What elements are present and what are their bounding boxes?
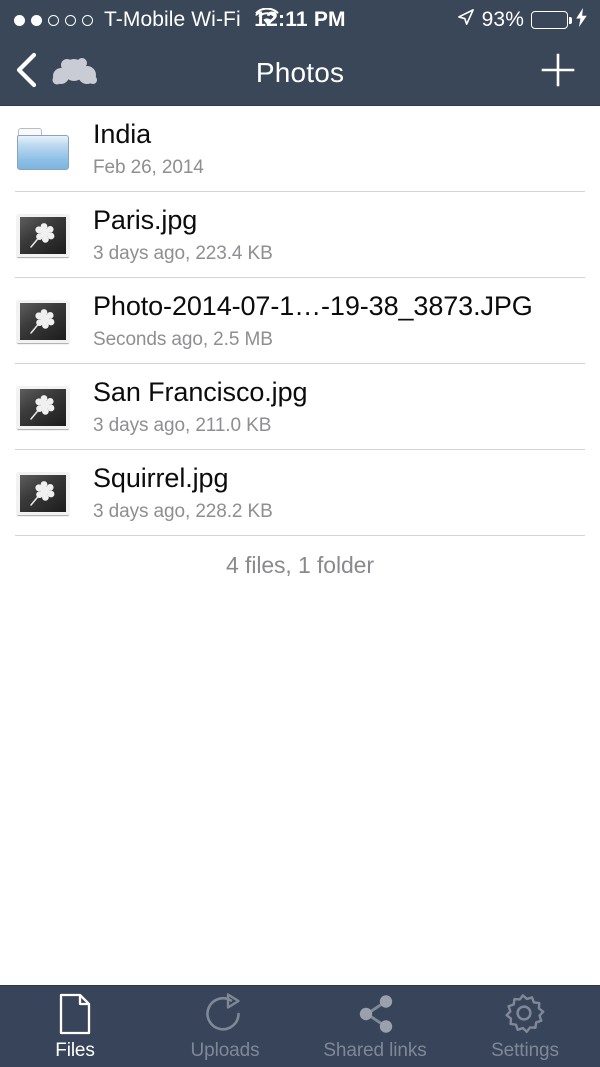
file-count-summary: 4 files, 1 folder — [226, 552, 374, 578]
tab-settings[interactable]: Settings — [450, 986, 600, 1067]
list-item-detail: Seconds ago, 2.5 MB — [93, 328, 273, 350]
list-item-text: Paris.jpg 3 days ago, 223.4 KB — [93, 205, 273, 264]
tab-files-label: Files — [55, 1039, 95, 1061]
chevron-left-icon — [14, 50, 38, 95]
folder-icon — [15, 121, 71, 177]
clock-label: 12:11 PM — [254, 8, 346, 31]
list-item-name: India — [93, 119, 152, 150]
back-button[interactable] — [0, 40, 98, 105]
list-item-text: Photo-2014-07-1…-19-38_3873.JPG Seconds … — [93, 291, 533, 350]
list-item-text: San Francisco.jpg 3 days ago, 211.0 KB — [93, 377, 307, 436]
tab-settings-label: Settings — [491, 1039, 559, 1061]
plus-icon — [538, 50, 578, 95]
navigation-bar: Photos — [0, 40, 600, 106]
tab-uploads-label: Uploads — [190, 1039, 260, 1061]
file-list: India Feb 26, 2014 Paris.jpg 3 days ago,… — [0, 106, 600, 536]
share-nodes-icon — [353, 992, 397, 1036]
gear-icon — [503, 992, 547, 1036]
refresh-arrow-icon — [204, 992, 246, 1036]
battery-icon — [531, 11, 572, 29]
tab-shared-links-label: Shared links — [323, 1039, 427, 1061]
list-item-detail: Feb 26, 2014 — [93, 156, 204, 178]
list-item[interactable]: Squirrel.jpg 3 days ago, 228.2 KB — [0, 450, 600, 536]
image-file-icon — [15, 293, 71, 349]
list-item-text: India Feb 26, 2014 — [93, 119, 204, 178]
status-bar: T-Mobile Wi-Fi 12:11 PM 93% — [0, 0, 600, 40]
image-file-icon — [15, 379, 71, 435]
list-item-text: Squirrel.jpg 3 days ago, 228.2 KB — [93, 463, 273, 522]
document-icon — [55, 992, 95, 1036]
list-item[interactable]: Photo-2014-07-1…-19-38_3873.JPG Seconds … — [0, 278, 600, 364]
add-button[interactable] — [538, 40, 600, 105]
list-item-name: Squirrel.jpg — [93, 463, 229, 494]
list-item[interactable]: Paris.jpg 3 days ago, 223.4 KB — [0, 192, 600, 278]
tab-uploads[interactable]: Uploads — [150, 986, 300, 1067]
owncloud-cloud-icon — [50, 54, 98, 91]
list-item-name: San Francisco.jpg — [93, 377, 308, 408]
image-file-icon — [15, 207, 71, 263]
list-item-name: Photo-2014-07-1…-19-38_3873.JPG — [93, 291, 533, 322]
list-item-detail: 3 days ago, 223.4 KB — [93, 242, 273, 264]
tab-shared-links[interactable]: Shared links — [300, 986, 450, 1067]
list-item-name: Paris.jpg — [93, 205, 198, 236]
list-item-detail: 3 days ago, 228.2 KB — [93, 500, 273, 522]
tab-files[interactable]: Files — [0, 986, 150, 1067]
list-item[interactable]: India Feb 26, 2014 — [0, 106, 600, 192]
list-item[interactable]: San Francisco.jpg 3 days ago, 211.0 KB — [0, 364, 600, 450]
list-item-detail: 3 days ago, 211.0 KB — [93, 414, 272, 436]
image-file-icon — [15, 465, 71, 521]
app-screen: T-Mobile Wi-Fi 12:11 PM 93% Photos India… — [0, 0, 600, 1067]
tab-bar: Files Uploads Shared links Settings — [0, 985, 600, 1067]
